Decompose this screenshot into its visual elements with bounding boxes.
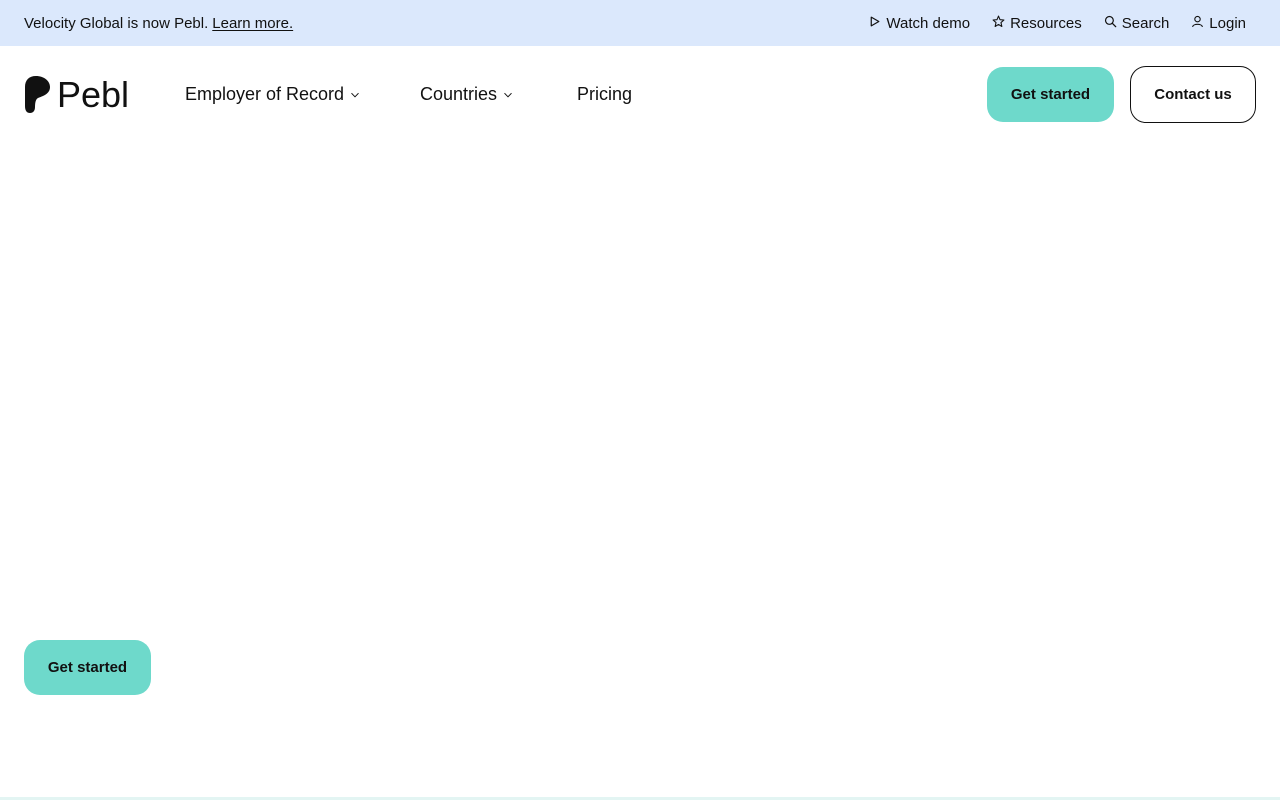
main-nav: Pebl Employer of Record Countries Pricin… [0, 46, 1280, 142]
learn-more-link[interactable]: Learn more. [212, 15, 293, 32]
resources-label: Resources [1010, 14, 1082, 32]
utility-nav: Watch demo Resources Search Login [868, 15, 1246, 32]
nav-actions: Get started Contact us [987, 65, 1256, 123]
watch-demo-label: Watch demo [886, 14, 971, 32]
pebl-logo-mark: Pebl [25, 74, 129, 114]
play-icon [868, 15, 881, 32]
search-label: Search [1121, 14, 1170, 32]
user-icon [1191, 15, 1204, 32]
contact-us-button[interactable]: Contact us [1130, 65, 1256, 123]
nav-item-label: Countries [420, 83, 498, 104]
search-link[interactable]: Search [1104, 14, 1170, 32]
search-icon [1104, 15, 1117, 32]
announcement-bar: Velocity Global is now Pebl. Learn more.… [0, 0, 1280, 46]
chevron-down-icon [350, 84, 360, 105]
login-label: Login [1209, 14, 1246, 32]
login-link[interactable]: Login [1191, 15, 1246, 32]
nav-countries[interactable]: Countries [420, 84, 577, 105]
hero-cta: Get started [24, 640, 151, 695]
get-started-button[interactable]: Get started [987, 66, 1114, 122]
primary-nav: Employer of Record Countries Pricing [185, 84, 632, 105]
nav-employer-of-record[interactable]: Employer of Record [185, 84, 420, 105]
chevron-down-icon [503, 84, 513, 105]
star-icon [992, 15, 1005, 32]
hero-get-started-button[interactable]: Get started [24, 640, 151, 695]
watch-demo-link[interactable]: Watch demo [868, 15, 970, 32]
announcement-text: Velocity Global is now Pebl. [24, 14, 209, 32]
nav-pricing[interactable]: Pricing [577, 84, 632, 105]
nav-item-label: Employer of Record [185, 83, 345, 104]
announcement: Velocity Global is now Pebl. Learn more. [24, 15, 293, 32]
nav-item-label: Pricing [577, 83, 633, 104]
logo[interactable]: Pebl [24, 74, 132, 114]
resources-link[interactable]: Resources [992, 15, 1082, 32]
logo-wordmark: Pebl [57, 74, 129, 114]
